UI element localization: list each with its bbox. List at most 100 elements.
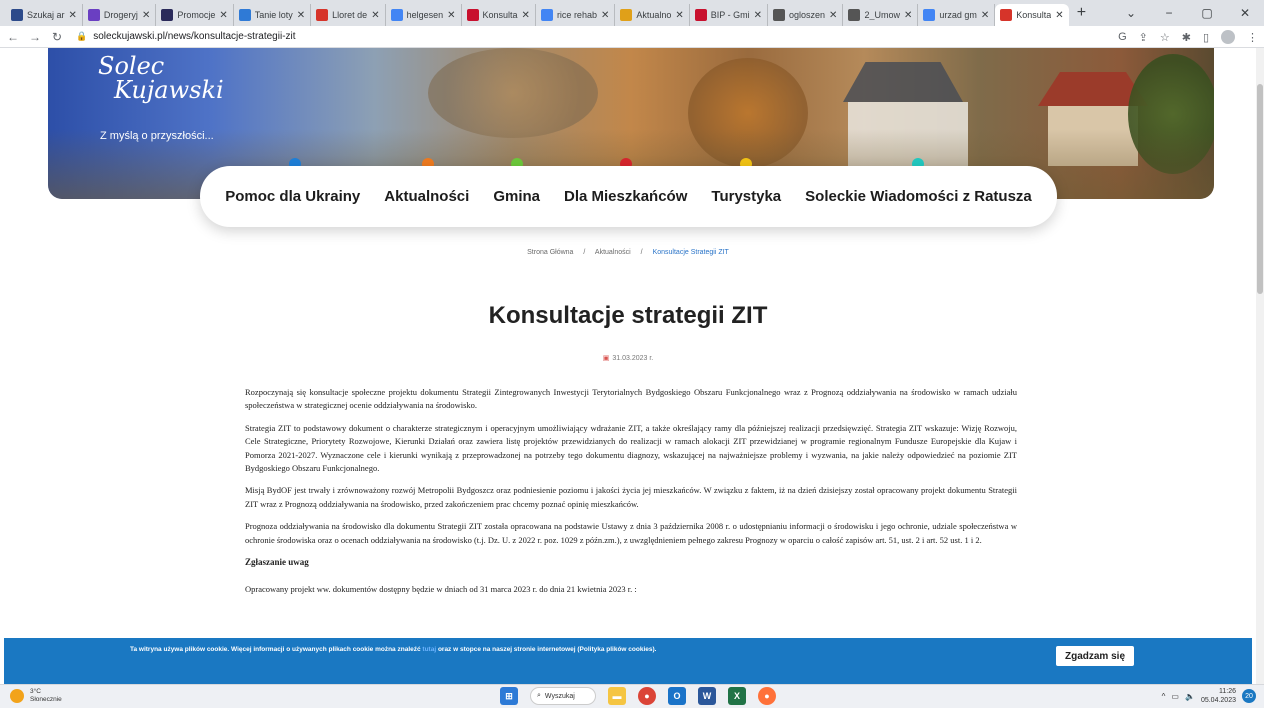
section-heading: Zgłaszanie uwag — [245, 557, 309, 568]
nav-item[interactable]: Turystyka — [711, 188, 781, 205]
extensions-icon[interactable]: ✱ — [1182, 31, 1191, 44]
article-body: Rozpoczynają się konsultacje społeczne p… — [245, 386, 1017, 606]
cookie-banner: Ta witryna używa plików cookie. Więcej i… — [4, 638, 1252, 684]
nav-item[interactable]: Aktualności — [384, 188, 469, 205]
browser-tab[interactable]: Lloret de ✕ — [311, 4, 386, 26]
weather-widget[interactable]: 3°C Słonecznie — [10, 688, 62, 704]
side-panel-icon[interactable]: ▯ — [1203, 31, 1209, 44]
nav-item[interactable]: Gmina — [493, 188, 540, 205]
google-favicon-icon — [540, 9, 553, 21]
breadcrumb-section[interactable]: Aktualności — [595, 249, 631, 256]
article-date: ▣ 31.03.2023 r. — [0, 354, 1256, 362]
banner-decoration — [843, 62, 963, 102]
page-scrollbar[interactable] — [1256, 48, 1264, 684]
word-icon[interactable]: W — [698, 687, 716, 705]
browser-tab[interactable]: Drogeryj ✕ — [83, 4, 157, 26]
browser-tab[interactable]: Konsulta ✕ — [995, 4, 1069, 26]
new-tab-button[interactable]: + — [1077, 4, 1086, 22]
close-tab-icon[interactable]: ✕ — [297, 10, 305, 21]
google-lens-icon[interactable]: G — [1118, 31, 1127, 43]
back-icon[interactable]: ← — [4, 30, 22, 44]
toolbar-actions: G ⇪ ☆ ✱ ▯ ⋮ — [1118, 26, 1258, 48]
browser-tab[interactable]: Promocje ✕ — [156, 4, 234, 26]
profile-avatar[interactable] — [1221, 30, 1235, 44]
close-tab-icon[interactable]: ✕ — [904, 10, 912, 21]
taskbar-search-label: Wyszukaj — [544, 692, 575, 700]
menu-icon[interactable]: ⋮ — [1247, 31, 1258, 44]
nav-item[interactable]: Dla Mieszkańców — [564, 188, 687, 205]
logo-line-1: Solec — [98, 52, 165, 80]
close-tab-icon[interactable]: ✕ — [219, 10, 227, 21]
tab-label: Tanie loty — [254, 10, 293, 20]
browser-tab[interactable]: ogloszen ✕ — [768, 4, 844, 26]
taskbar-search[interactable]: ⌕ Wyszukaj — [530, 687, 596, 705]
file-explorer-icon[interactable]: ▬ — [608, 687, 626, 705]
notification-badge[interactable]: 20 — [1242, 689, 1256, 703]
close-tab-icon[interactable]: ✕ — [981, 10, 989, 21]
outlook-icon[interactable]: O — [668, 687, 686, 705]
browser-tab[interactable]: BIP - Gmi ✕ — [690, 4, 769, 26]
close-tab-icon[interactable]: ✕ — [675, 10, 683, 21]
network-icon[interactable]: ▭ — [1171, 692, 1179, 701]
browser-tab[interactable]: urzad gm ✕ — [918, 4, 996, 26]
restore-button[interactable]: ▢ — [1188, 6, 1226, 20]
reload-icon[interactable]: ↻ — [48, 30, 66, 44]
weather-temp: 3°C — [30, 688, 41, 695]
close-tab-icon[interactable]: ✕ — [829, 10, 837, 21]
close-tab-icon[interactable]: ✕ — [754, 10, 762, 21]
url-field[interactable]: 🔒 soleckujawski.pl/news/konsultacje-stra… — [76, 31, 296, 42]
close-tab-icon[interactable]: ✕ — [142, 10, 150, 21]
address-bar: ← → ↻ 🔒 soleckujawski.pl/news/konsultacj… — [0, 26, 1264, 48]
breadcrumb-separator: / — [640, 249, 643, 256]
browser-tab[interactable]: Tanie loty ✕ — [234, 4, 312, 26]
forward-icon[interactable]: → — [26, 30, 44, 44]
chrome-icon[interactable]: ● — [638, 687, 656, 705]
close-tab-icon[interactable]: ✕ — [69, 10, 77, 21]
lock-icon[interactable]: 🔒 — [76, 31, 87, 42]
article-paragraph: Misją BydOF jest trwały i zrównoważony r… — [245, 485, 1017, 509]
date-text: 31.03.2023 r. — [612, 355, 654, 362]
sun-icon — [10, 689, 24, 703]
close-tab-icon[interactable]: ✕ — [522, 10, 530, 21]
clock[interactable]: 11:26 05.04.2023 — [1201, 687, 1236, 705]
aktualnosci-favicon-icon — [620, 9, 633, 21]
nav-item[interactable]: Soleckie Wiadomości z Ratusza — [805, 188, 1032, 205]
tab-label: Konsulta — [482, 10, 518, 20]
breadcrumb-home[interactable]: Strona Główna — [527, 249, 573, 256]
firefox-icon[interactable]: ● — [758, 687, 776, 705]
tab-label: ogloszen — [789, 10, 826, 20]
browser-tab[interactable]: 2_Umow ✕ — [843, 4, 919, 26]
nav-item[interactable]: Pomoc dla Ukrainy — [225, 188, 360, 205]
site-logo[interactable]: Solec Kujawski — [98, 54, 224, 102]
google-favicon-icon — [390, 9, 403, 21]
lloret-favicon-icon — [316, 9, 329, 21]
article-paragraph: Opracowany projekt ww. dokumentów dostęp… — [245, 584, 637, 595]
tab-label: Drogeryj — [103, 10, 138, 20]
windows-start-icon[interactable]: ⊞ — [500, 687, 518, 705]
volume-icon[interactable]: 🔈 — [1185, 692, 1195, 701]
browser-tab[interactable]: Aktualno ✕ — [615, 4, 690, 26]
browser-tab[interactable]: Konsulta ✕ — [462, 4, 536, 26]
browser-tab[interactable]: rice rehab ✕ — [536, 4, 616, 26]
tab-label: Promocje — [177, 10, 216, 20]
banner-decoration — [428, 48, 598, 138]
excel-icon[interactable]: X — [728, 687, 746, 705]
close-tab-icon[interactable]: ✕ — [601, 10, 609, 21]
browser-tab[interactable]: helgesen ✕ — [386, 4, 462, 26]
minimize-button[interactable]: − — [1150, 6, 1188, 20]
cookie-policy-link[interactable]: tutaj — [422, 646, 436, 653]
tray-chevron-icon[interactable]: ^ — [1162, 692, 1166, 701]
close-tab-icon[interactable]: ✕ — [371, 10, 379, 21]
close-tab-icon[interactable]: ✕ — [1055, 10, 1063, 21]
scrollbar-thumb[interactable] — [1257, 84, 1263, 294]
close-window-button[interactable]: ✕ — [1226, 6, 1264, 20]
bookmark-star-icon[interactable]: ☆ — [1160, 31, 1170, 44]
share-icon[interactable]: ⇪ — [1139, 31, 1148, 44]
tab-label: 2_Umow — [864, 10, 900, 20]
logo-line-2: Kujawski — [114, 76, 224, 104]
tab-search-icon[interactable]: ⌄ — [1112, 6, 1150, 20]
accept-cookies-button[interactable]: Zgadzam się — [1056, 646, 1134, 666]
close-tab-icon[interactable]: ✕ — [447, 10, 455, 21]
browser-tab[interactable]: Szukaj ar ✕ — [6, 4, 83, 26]
promocje-favicon-icon — [161, 9, 174, 21]
